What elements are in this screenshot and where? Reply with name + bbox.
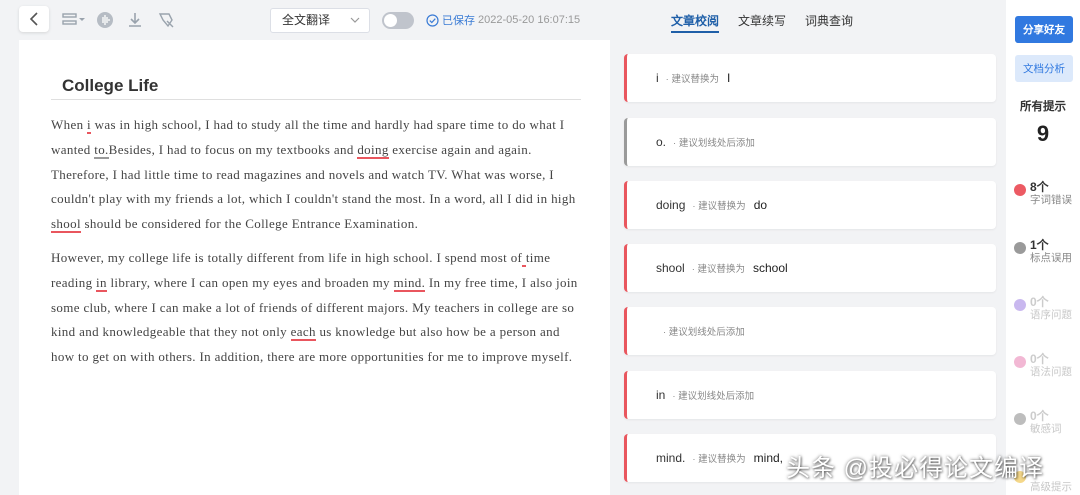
back-button[interactable] (19, 6, 49, 32)
layout-menu-icon[interactable] (62, 10, 86, 30)
all-hints-label: 所有提示 (1020, 101, 1066, 113)
status-dot-icon (1014, 242, 1026, 254)
tab-dictionary[interactable]: 词典查询 (805, 12, 853, 29)
suggested-text[interactable]: do (754, 198, 767, 212)
suggestion-hint: · 建议替换为 (692, 201, 746, 212)
suggestion-card[interactable]: in · 建议划线处后添加 (624, 371, 996, 419)
error-word[interactable]: mind. (393, 274, 426, 292)
punctuation-error[interactable]: to. (94, 141, 109, 159)
error-word[interactable]: doing (357, 141, 389, 159)
suggestion-hint: · 建议划线处后添加 (663, 327, 745, 338)
stat-grammar[interactable]: 0个 语法问题 (1014, 350, 1080, 384)
check-circle-icon (426, 13, 439, 27)
tab-proofread[interactable]: 文章校阅 (671, 12, 720, 33)
stat-spelling-errors[interactable]: 8个 字词错误 (1014, 178, 1080, 212)
document-editor[interactable]: College Life When i was in high school, … (19, 40, 610, 495)
saved-label: 已保存 (442, 15, 475, 27)
error-word[interactable]: each (290, 324, 316, 342)
audio-wave-icon[interactable] (95, 10, 115, 30)
stat-label: 字词错误 (1030, 194, 1072, 206)
tab-continue-writing[interactable]: 文章续写 (738, 12, 786, 29)
original-text: in (656, 388, 666, 402)
stat-label: 标点误用 (1030, 252, 1072, 264)
paragraph-2: However, my college life is totally diff… (51, 246, 586, 370)
stat-label: 敏感词 (1030, 423, 1062, 435)
chevron-left-icon (29, 12, 38, 26)
document-body[interactable]: When i was in high school, I had to stud… (51, 113, 586, 379)
chevron-down-icon (350, 17, 360, 23)
suggested-text[interactable]: school (753, 261, 788, 275)
stat-word-order[interactable]: 0个 语序问题 (1014, 293, 1080, 327)
stat-sensitive-words[interactable]: 0个 敏感词 (1014, 407, 1080, 441)
toolbar: 全文翻译 已保存 2022-05-20 16:07:15 (0, 0, 610, 40)
suggestion-card[interactable]: shool · 建议替换为 school (624, 244, 996, 292)
save-status: 已保存 2022-05-20 16:07:15 (426, 12, 580, 28)
title-divider (51, 99, 581, 100)
suggested-text[interactable]: I (727, 71, 730, 85)
stat-punctuation[interactable]: 1个 标点误用 (1014, 236, 1080, 270)
original-text: i (656, 71, 659, 85)
share-button[interactable]: 分享好友 (1015, 16, 1073, 43)
status-dot-icon (1014, 184, 1026, 196)
suggestion-card[interactable]: · 建议划线处后添加 (624, 307, 996, 355)
all-hints-count: 9 (1036, 121, 1050, 146)
paragraph-1: When i was in high school, I had to stud… (51, 113, 586, 237)
text-run: Besides, I had to focus on my textbooks … (108, 141, 358, 157)
stat-label: 语序问题 (1030, 309, 1072, 321)
suggestion-card[interactable]: o. · 建议划线处后添加 (624, 118, 996, 166)
right-sidebar: 分享好友 文档分析 所有提示 9 8个 字词错误 1个 标点误用 0个 语序问题… (1006, 0, 1080, 495)
watermark: 头条 @投必得论文编译 (786, 455, 1045, 482)
error-word[interactable]: in (96, 274, 107, 292)
check-circle-icon (1014, 356, 1026, 368)
check-circle-icon (1014, 413, 1026, 425)
translate-toggle[interactable] (382, 12, 414, 29)
translate-select-value: 全文翻译 (282, 13, 331, 27)
clear-format-icon[interactable] (156, 10, 176, 30)
saved-time: 2022-05-20 16:07:15 (478, 14, 581, 26)
suggested-text[interactable]: mind, (754, 451, 783, 465)
text-run: library, where I can open my eyes and br… (106, 274, 394, 290)
original-text: o. (656, 135, 667, 149)
translate-select[interactable]: 全文翻译 (270, 8, 370, 33)
suggestion-hint: · 建议替换为 (691, 264, 745, 275)
text-run: should be considered for the College Ent… (80, 216, 419, 232)
suggestion-card[interactable]: i · 建议替换为 I (624, 54, 996, 102)
original-text: mind. (656, 451, 686, 465)
error-word[interactable]: shool (51, 216, 81, 234)
suggestion-card[interactable]: doing · 建议替换为 do (624, 181, 996, 229)
suggestion-hint: · 建议替换为 (665, 74, 719, 85)
text-run: However, my college life is totally diff… (51, 249, 523, 265)
check-circle-icon (1014, 299, 1026, 311)
suggestion-hint: · 建议替换为 (692, 454, 746, 465)
original-text: shool (656, 261, 685, 275)
analyze-button[interactable]: 文档分析 (1015, 55, 1073, 82)
stat-label: 语法问题 (1030, 366, 1072, 378)
original-text: doing (656, 198, 686, 212)
document-title[interactable]: College Life (62, 76, 158, 96)
suggestion-hint: · 建议划线处后添加 (672, 391, 755, 402)
text-run: When (51, 117, 88, 132)
suggestion-hint: · 建议划线处后添加 (673, 138, 755, 149)
download-icon[interactable] (125, 10, 145, 30)
